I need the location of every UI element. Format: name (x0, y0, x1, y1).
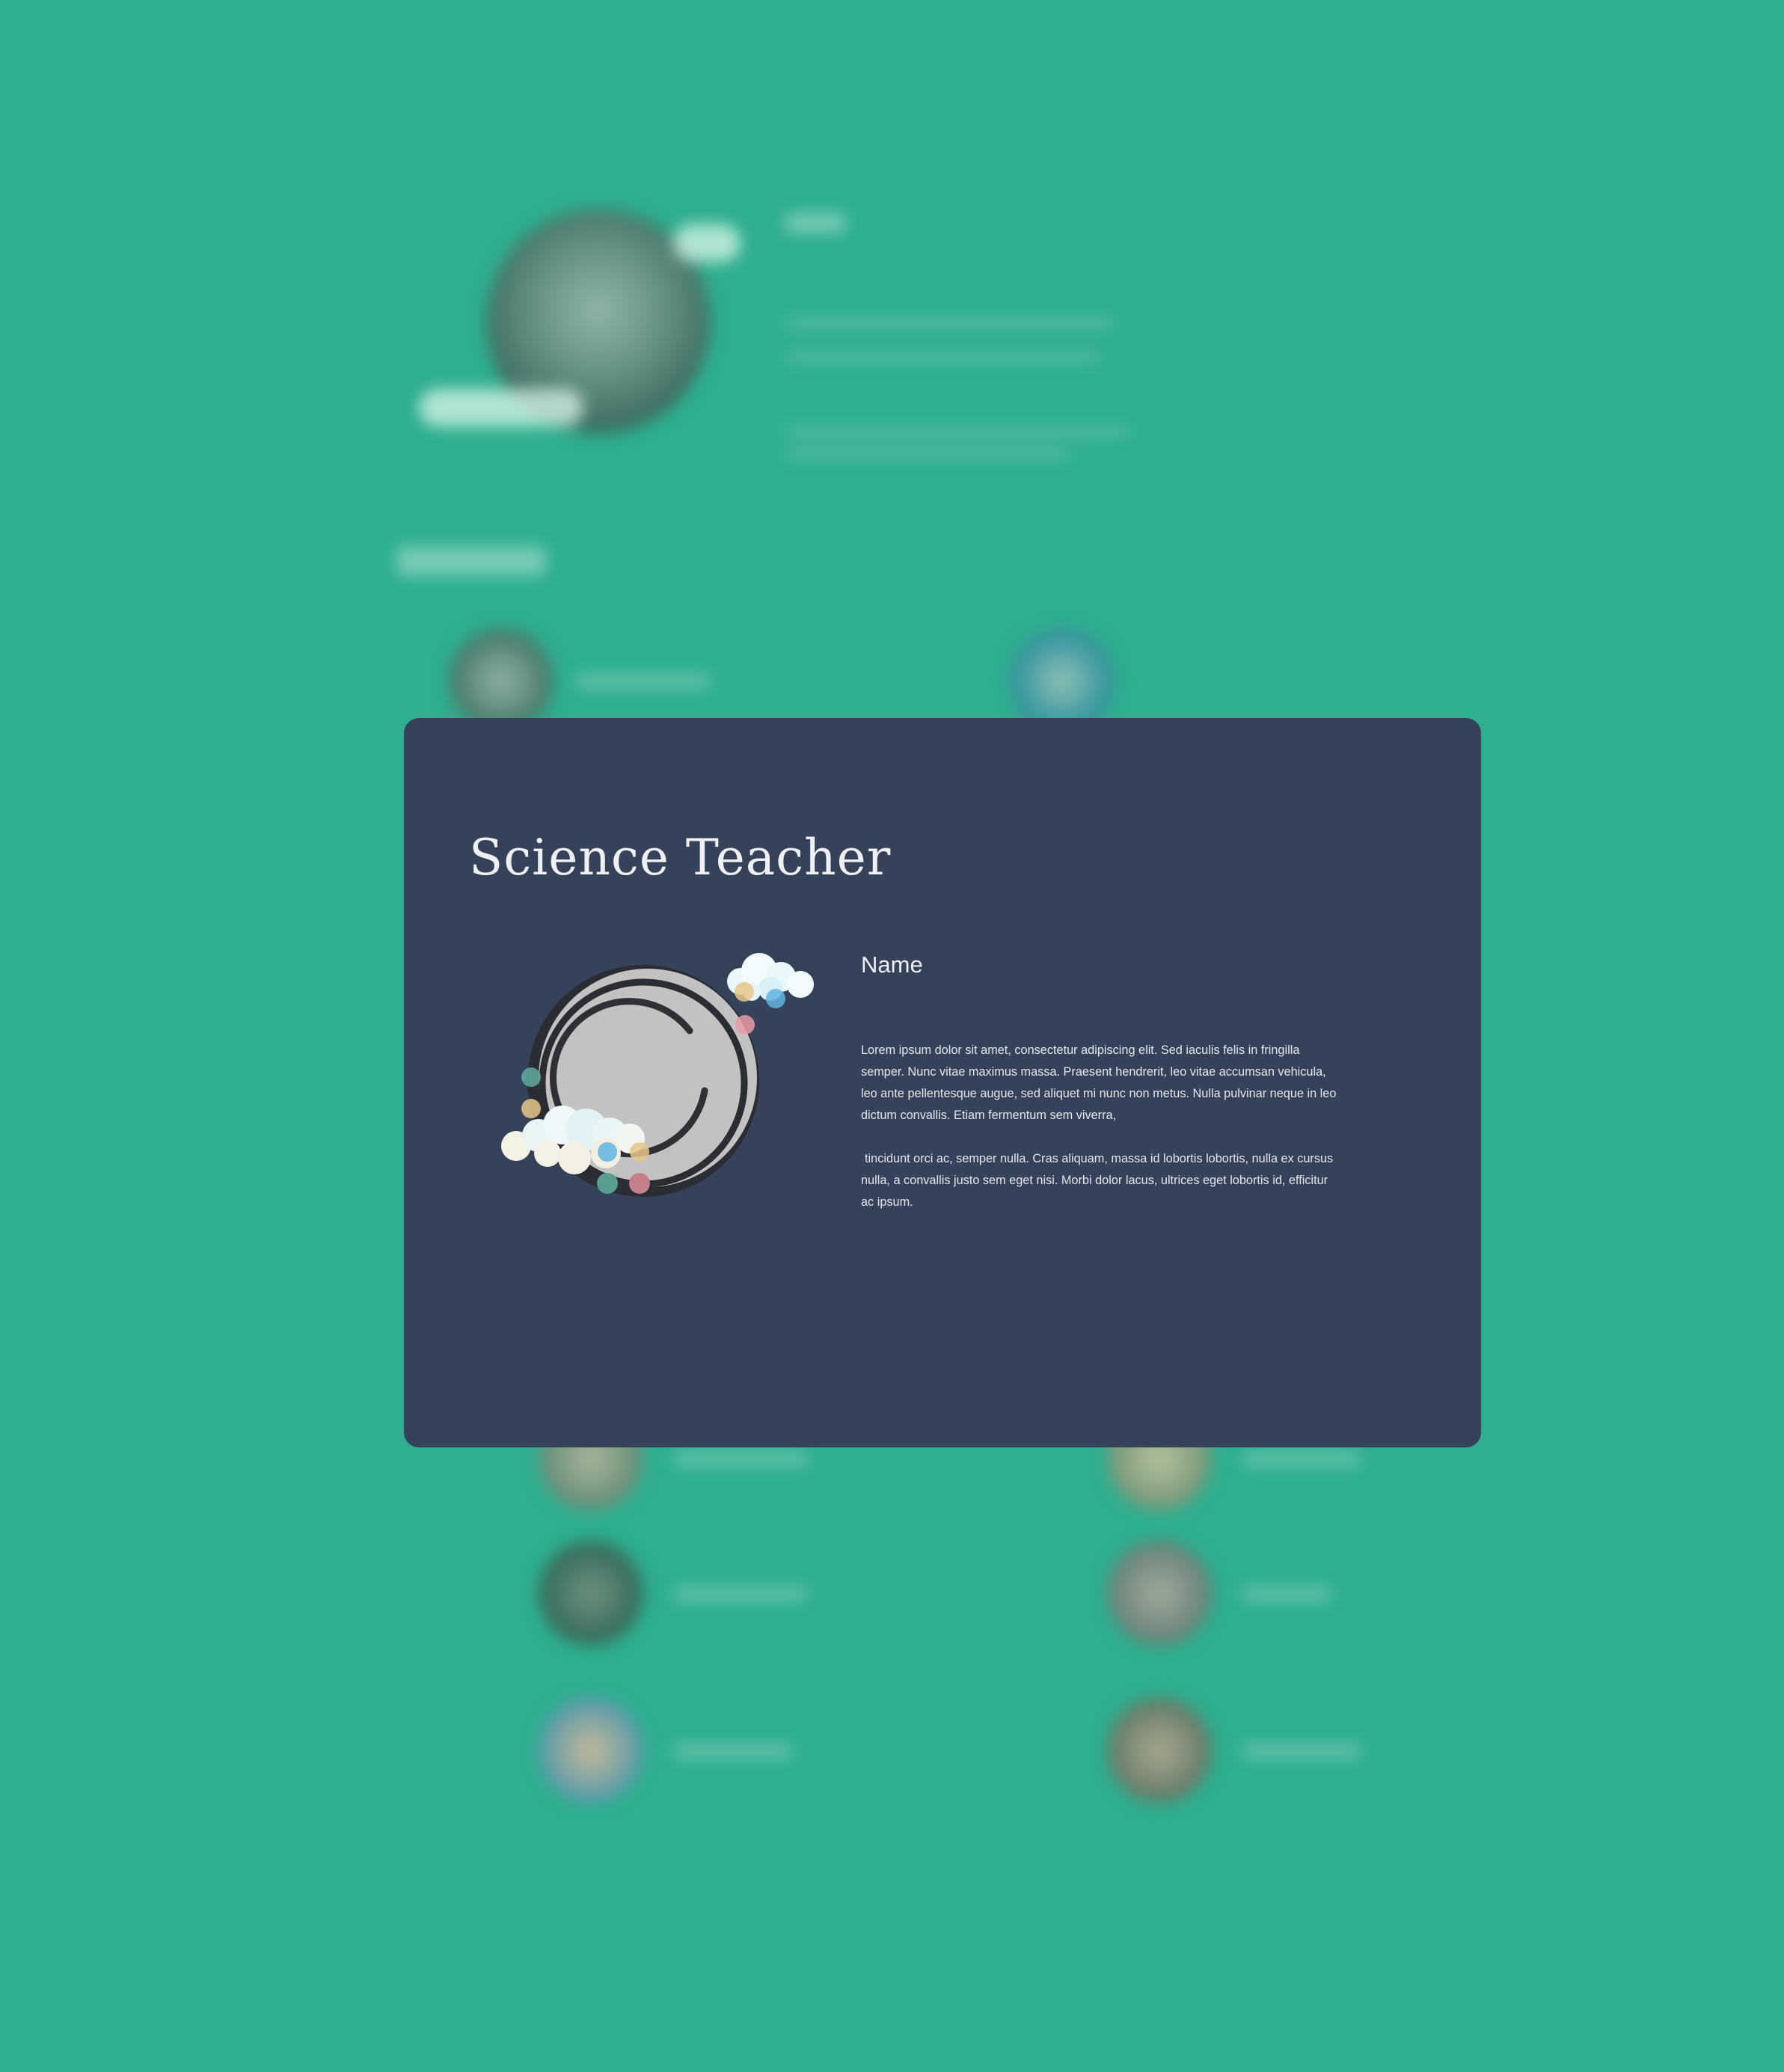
background-cloud (419, 389, 583, 426)
modal-title: Science Teacher (469, 829, 892, 886)
background-text-line (785, 426, 1129, 437)
background-label (673, 1743, 793, 1759)
portrait-placeholder-icon (494, 942, 853, 1227)
teacher-name: Name (861, 951, 923, 978)
background-avatar (449, 628, 554, 733)
background-label (673, 1451, 808, 1468)
background-avatar (539, 1541, 643, 1646)
background-label (1242, 1743, 1361, 1759)
background-label (1242, 1451, 1361, 1468)
bio-paragraph: tincidunt orci ac, semper nulla. Cras al… (861, 1152, 1334, 1209)
background-text-line (785, 449, 1070, 459)
background-label (1242, 1586, 1331, 1602)
teacher-detail-modal: Science Teacher Name Lorem ipsum dolor s… (404, 718, 1481, 1447)
background-label (673, 1586, 808, 1602)
background-cloud (673, 224, 741, 262)
teacher-bio: Lorem ipsum dolor sit amet, consectetur … (861, 1040, 1340, 1235)
background-text-line (785, 318, 1115, 328)
background-avatar (1010, 628, 1115, 733)
background-hero-name (785, 213, 845, 233)
background-avatar (1107, 1698, 1212, 1803)
background-text-line (785, 352, 1100, 362)
background-label (576, 673, 711, 690)
background-avatar (539, 1698, 643, 1803)
background-avatar (1107, 1541, 1212, 1646)
background-section-heading (396, 546, 546, 576)
bio-paragraph: Lorem ipsum dolor sit amet, consectetur … (861, 1043, 1337, 1122)
